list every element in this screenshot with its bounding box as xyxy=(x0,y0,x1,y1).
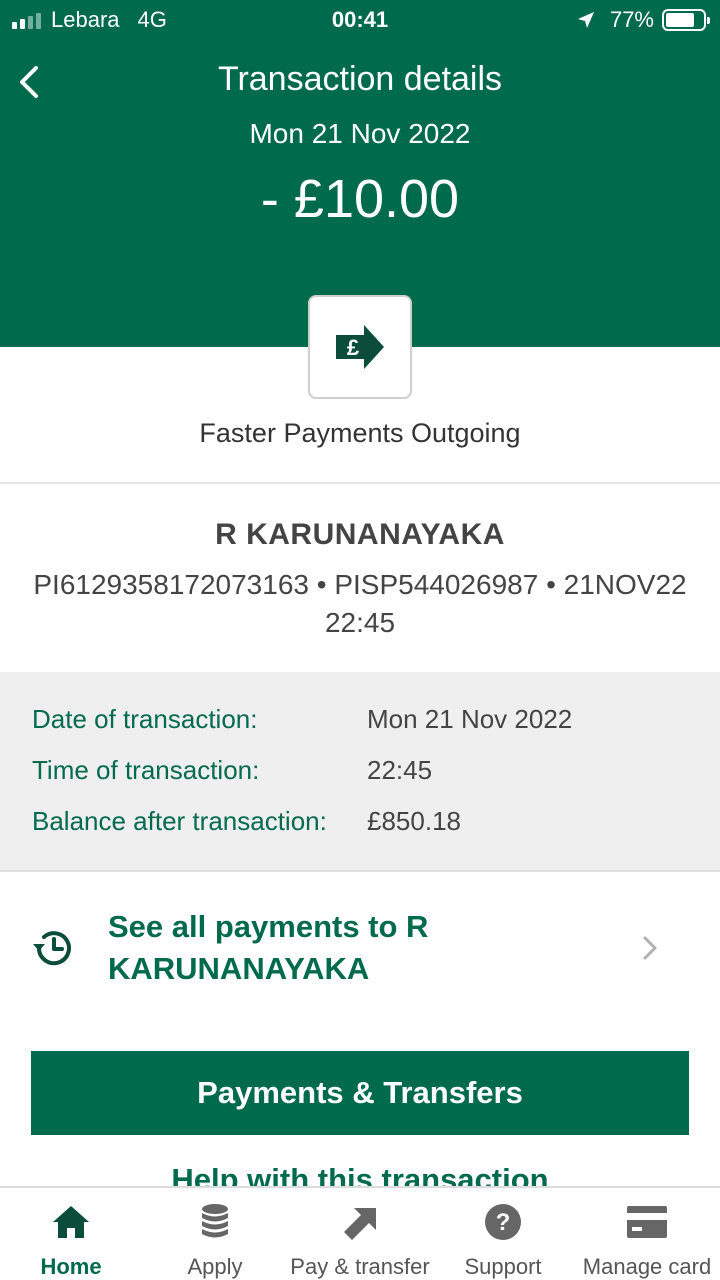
tab-home[interactable]: Home xyxy=(0,1188,142,1280)
transaction-date-header: Mon 21 Nov 2022 xyxy=(249,118,471,149)
tab-label: Apply xyxy=(187,1254,243,1279)
transaction-reference: PI6129358172073163 • PISP544026987 • 21N… xyxy=(33,569,687,638)
status-bar: Lebara 4G 00:41 77% xyxy=(0,0,720,40)
tab-label: Support xyxy=(464,1254,542,1279)
page-title: Transaction details xyxy=(217,60,503,98)
transaction-type-label: Faster Payments Outgoing xyxy=(199,418,521,448)
detail-value: 22:45 xyxy=(367,755,433,785)
question-icon: ? xyxy=(485,1204,521,1240)
see-all-payments-link[interactable]: See all payments to R KARUNANAYAKA xyxy=(0,874,720,1024)
detail-row-time: Time of transaction: 22:45 xyxy=(0,755,720,795)
coins-icon xyxy=(202,1204,228,1238)
tab-label: Pay & transfer xyxy=(290,1254,430,1279)
tab-manage-card[interactable]: Manage card xyxy=(574,1188,720,1280)
bottom-tab-bar: Home Apply Pay & transfer ? Support Mana… xyxy=(0,1186,720,1280)
svg-text:£: £ xyxy=(347,335,360,360)
tab-pay-transfer[interactable]: Pay & transfer xyxy=(288,1188,432,1280)
detail-label: Date of transaction: xyxy=(32,704,258,734)
transaction-amount: - £10.00 xyxy=(260,169,460,229)
transfer-arrows-icon xyxy=(344,1208,376,1240)
detail-row-date: Date of transaction: Mon 21 Nov 2022 xyxy=(0,704,720,744)
svg-text:?: ? xyxy=(496,1209,511,1236)
battery-percent: 77% xyxy=(609,7,654,32)
see-all-payments-label: See all payments to R KARUNANAYAKA xyxy=(108,909,429,986)
battery-icon xyxy=(662,9,710,31)
chevron-right-icon xyxy=(643,936,657,960)
tab-support[interactable]: ? Support xyxy=(432,1188,574,1280)
tab-apply[interactable]: Apply xyxy=(142,1188,288,1280)
detail-value: Mon 21 Nov 2022 xyxy=(367,704,573,734)
detail-value: £850.18 xyxy=(367,806,461,836)
detail-label: Balance after transaction: xyxy=(32,806,327,836)
divider xyxy=(0,482,720,484)
detail-row-balance: Balance after transaction: £850.18 xyxy=(0,806,720,846)
payments-transfers-button[interactable]: Payments & Transfers xyxy=(31,1051,689,1135)
status-right: 77% xyxy=(576,7,710,33)
payee-name: R KARUNANAYAKA xyxy=(215,518,505,551)
transaction-details-panel: Date of transaction: Mon 21 Nov 2022 Tim… xyxy=(0,672,720,872)
home-icon xyxy=(53,1206,89,1238)
tab-label: Home xyxy=(40,1254,102,1279)
pound-arrow-icon: £ xyxy=(336,325,384,369)
history-icon xyxy=(33,931,71,966)
detail-label: Time of transaction: xyxy=(32,755,260,785)
location-arrow-icon xyxy=(577,12,594,28)
transaction-type-badge: £ xyxy=(308,295,412,399)
card-icon xyxy=(627,1206,667,1238)
tab-label: Manage card xyxy=(582,1254,712,1279)
